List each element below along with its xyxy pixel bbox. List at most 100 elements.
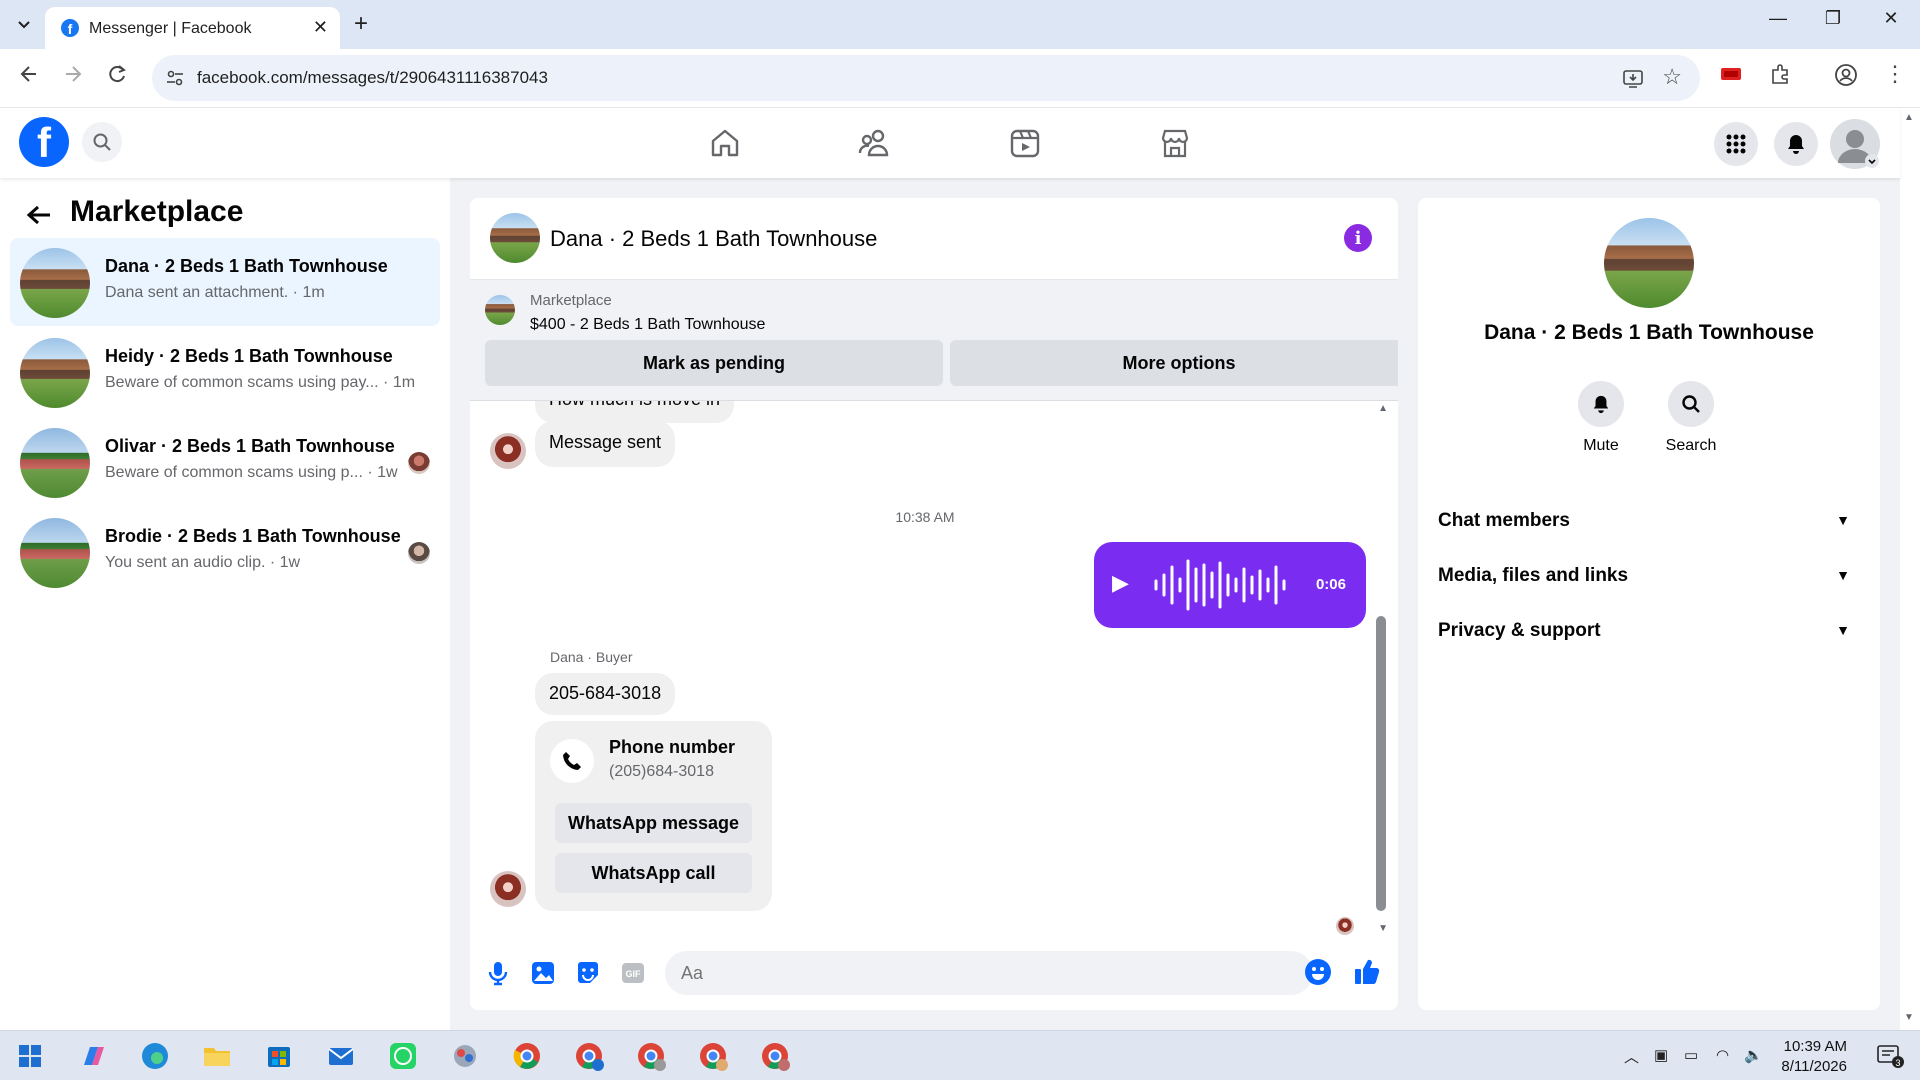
bookmark-star-icon[interactable]: ☆ xyxy=(1662,64,1682,90)
mute-button[interactable]: Mute xyxy=(1561,381,1641,455)
conversation-item-dana[interactable]: Dana · 2 Beds 1 Bath Townhouse Dana sent… xyxy=(10,238,440,326)
listing-banner-thumbnail[interactable] xyxy=(485,295,515,325)
site-info-icon[interactable] xyxy=(164,67,186,89)
message-thread[interactable]: How much is move in Message sent 10:38 A… xyxy=(470,401,1398,941)
photo-icon[interactable] xyxy=(529,959,557,987)
copilot-icon[interactable] xyxy=(76,1039,110,1073)
listing-price-title[interactable]: $400 - 2 Beds 1 Bath Townhouse xyxy=(530,316,765,334)
back-arrow-icon[interactable] xyxy=(26,202,52,233)
profile-icon[interactable] xyxy=(1834,63,1858,92)
gif-icon[interactable]: GIF xyxy=(619,959,647,987)
chat-title[interactable]: Dana · 2 Beds 1 Bath Townhouse xyxy=(550,226,877,252)
emoji-icon[interactable] xyxy=(1305,959,1331,985)
account-avatar[interactable] xyxy=(1830,119,1880,169)
windows-start-icon[interactable] xyxy=(13,1039,47,1073)
battery-icon[interactable]: ▭ xyxy=(1684,1046,1698,1064)
microphone-icon[interactable] xyxy=(484,959,512,987)
system-clock[interactable]: 10:39 AM 8/11/2026 xyxy=(1772,1037,1847,1077)
chrome-window-icon[interactable] xyxy=(696,1039,730,1073)
thumbs-up-icon[interactable] xyxy=(1352,957,1382,987)
forward-arrow-icon[interactable] xyxy=(62,63,84,91)
conversation-item-brodie[interactable]: Brodie · 2 Beds 1 Bath Townhouse You sen… xyxy=(10,508,440,596)
meet-now-icon[interactable]: ▣ xyxy=(1654,1046,1668,1064)
facebook-logo-icon[interactable]: f xyxy=(19,117,69,167)
address-bar[interactable]: facebook.com/messages/t/2906431116387043… xyxy=(152,55,1700,101)
friends-icon[interactable] xyxy=(858,126,892,160)
mark-as-pending-button[interactable]: Mark as pending xyxy=(485,340,943,386)
whatsapp-icon[interactable] xyxy=(386,1039,420,1073)
tab-search-chevron-icon[interactable] xyxy=(10,12,38,38)
show-hidden-icons-chevron-icon[interactable]: ︿ xyxy=(1624,1046,1639,1067)
conversation-item-heidy[interactable]: Heidy · 2 Beds 1 Bath Townhouse Beware o… xyxy=(10,328,440,416)
chrome-active-icon[interactable] xyxy=(634,1039,668,1073)
mail-icon[interactable] xyxy=(324,1039,358,1073)
page-scroll-down-icon[interactable]: ▼ xyxy=(1904,1012,1914,1023)
whatsapp-message-button[interactable]: WhatsApp message xyxy=(555,803,752,843)
new-tab-icon[interactable]: + xyxy=(354,10,368,38)
privacy-support-section[interactable]: Privacy & support ▼ xyxy=(1438,620,1860,660)
file-explorer-icon[interactable] xyxy=(200,1039,234,1073)
chrome-icon[interactable] xyxy=(510,1039,544,1073)
sender-avatar[interactable] xyxy=(490,433,526,469)
sender-avatar[interactable] xyxy=(490,871,526,907)
section-label: Chat members xyxy=(1438,510,1570,531)
conversation-item-olivar[interactable]: Olivar · 2 Beds 1 Bath Townhouse Beware … xyxy=(10,418,440,506)
windows-taskbar: ︿ ▣ ▭ ◠ 🔈 10:39 AM 8/11/2026 3 xyxy=(0,1030,1920,1080)
whatsapp-call-button[interactable]: WhatsApp call xyxy=(555,853,752,893)
extension-red-icon[interactable] xyxy=(1718,63,1744,90)
chrome-window-icon[interactable] xyxy=(758,1039,792,1073)
bell-icon xyxy=(1578,381,1624,427)
mute-label: Mute xyxy=(1583,437,1619,454)
chevron-down-icon: ▼ xyxy=(1836,567,1850,583)
volume-icon[interactable]: 🔈 xyxy=(1744,1046,1763,1064)
sticker-icon[interactable] xyxy=(574,959,602,987)
back-arrow-icon[interactable] xyxy=(18,63,40,91)
window-close-icon[interactable]: ✕ xyxy=(1868,8,1914,29)
minimize-icon[interactable]: — xyxy=(1755,8,1801,29)
phone-number-card: Phone number (205)684-3018 WhatsApp mess… xyxy=(535,721,772,911)
browser-tab-active[interactable]: f Messenger | Facebook ✕ xyxy=(45,7,340,49)
message-input[interactable] xyxy=(665,951,1313,995)
home-icon[interactable] xyxy=(708,126,742,160)
microsoft-store-icon[interactable] xyxy=(262,1039,296,1073)
chat-members-section[interactable]: Chat members ▼ xyxy=(1438,510,1860,550)
audio-message[interactable]: ▶ 0:06 xyxy=(1094,542,1366,628)
waveform-icon xyxy=(1154,559,1286,611)
photos-app-icon[interactable] xyxy=(448,1039,482,1073)
install-app-icon[interactable] xyxy=(1622,67,1644,94)
conversation-title: Heidy · 2 Beds 1 Bath Townhouse xyxy=(105,346,393,366)
chat-header: Dana · 2 Beds 1 Bath Townhouse i xyxy=(470,198,1398,280)
conversation-info-panel: Dana · 2 Beds 1 Bath Townhouse Mute Sear… xyxy=(1418,198,1880,1010)
tab-close-icon[interactable]: ✕ xyxy=(313,17,328,38)
message-bubble: Message sent xyxy=(535,421,676,467)
info-listing-thumbnail[interactable] xyxy=(1604,218,1694,308)
video-icon[interactable] xyxy=(1008,126,1042,160)
phone-icon xyxy=(550,739,594,783)
edge-icon[interactable] xyxy=(138,1039,172,1073)
chat-listing-thumbnail[interactable] xyxy=(490,213,540,263)
listing-thumbnail xyxy=(20,338,90,408)
conversation-info-icon[interactable]: i xyxy=(1344,224,1372,252)
scroll-down-arrow-icon[interactable]: ▼ xyxy=(1378,923,1388,934)
browser-menu-icon[interactable]: ⋮ xyxy=(1884,61,1906,87)
message-scrollbar-thumb[interactable] xyxy=(1376,616,1386,911)
notification-count: 3 xyxy=(1895,1058,1900,1068)
reload-icon[interactable] xyxy=(106,63,128,91)
restore-icon[interactable]: ❐ xyxy=(1810,8,1856,29)
wifi-icon[interactable]: ◠ xyxy=(1716,1046,1729,1064)
marketplace-icon[interactable] xyxy=(1158,126,1192,160)
chrome-profile-icon[interactable] xyxy=(572,1039,606,1073)
message-bubble-partial: How much is move in xyxy=(535,401,735,423)
facebook-search-button[interactable] xyxy=(82,122,122,162)
notifications-button[interactable] xyxy=(1774,122,1818,166)
conversation-subtitle: Beware of common scams using p... · 1w xyxy=(105,464,398,481)
menu-grid-button[interactable] xyxy=(1714,122,1758,166)
page-scroll-up-icon[interactable]: ▲ xyxy=(1904,112,1914,123)
media-files-links-section[interactable]: Media, files and links ▼ xyxy=(1438,565,1860,605)
search-conversation-button[interactable]: Search xyxy=(1651,381,1731,455)
scroll-up-arrow-icon[interactable]: ▲ xyxy=(1378,403,1388,414)
notifications-center-icon[interactable]: 3 xyxy=(1876,1043,1904,1073)
play-icon[interactable]: ▶ xyxy=(1112,570,1129,596)
more-options-button[interactable]: More options xyxy=(950,340,1398,386)
extensions-puzzle-icon[interactable] xyxy=(1768,63,1792,92)
